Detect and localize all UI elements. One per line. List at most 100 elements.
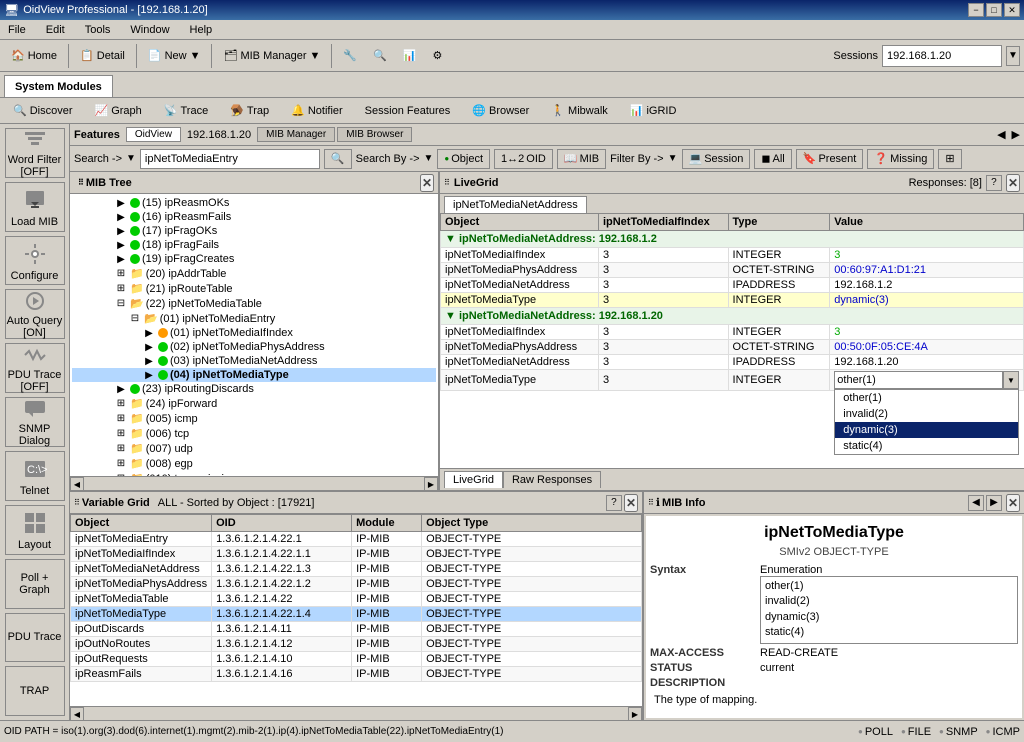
mib-manager-tab[interactable]: MIB Manager	[257, 127, 335, 142]
toolbar-btn1[interactable]: 🔧	[336, 43, 364, 69]
toolbar-btn3[interactable]: 📊	[396, 43, 424, 69]
tree-item[interactable]: ▶ (01) ipNetToMediaIfIndex	[72, 326, 436, 340]
all-filter-btn[interactable]: ◼ All	[754, 149, 791, 169]
var-table-row[interactable]: ipOutDiscards 1.3.6.1.2.1.4.11 IP-MIB OB…	[71, 622, 642, 637]
new-button[interactable]: 📄 New ▼	[141, 43, 208, 69]
mib-info-nav-right[interactable]: ▶	[986, 495, 1002, 511]
nav-fwd-btn[interactable]: ▶	[1012, 128, 1020, 141]
dropdown-option-static[interactable]: static(4)	[835, 438, 1018, 454]
search-dropdown-arrow[interactable]: ▼	[126, 153, 136, 164]
home-button[interactable]: 🏠 Home	[4, 43, 64, 69]
nav-trap[interactable]: 🪤 Trap	[221, 101, 278, 120]
livegrid-ip-tab[interactable]: ipNetToMediaNetAddress	[444, 196, 587, 213]
tree-item-selected[interactable]: ▶ (04) ipNetToMediaType	[72, 368, 436, 382]
var-table-row-selected[interactable]: ipNetToMediaType 1.3.6.1.2.1.4.22.1.4 IP…	[71, 607, 642, 622]
tree-item[interactable]: ▶ (02) ipNetToMediaPhysAddress	[72, 340, 436, 354]
menu-file[interactable]: File	[4, 22, 30, 38]
sessions-input[interactable]	[882, 45, 1002, 67]
sidebar-auto-query[interactable]: Auto Query[ON]	[5, 289, 65, 339]
tree-item[interactable]: ▶ (19) ipFragCreates	[72, 252, 436, 266]
tree-item[interactable]: ▶ (17) ipFragOKs	[72, 224, 436, 238]
nav-trace[interactable]: 📡 Trace	[155, 101, 217, 120]
sidebar-telnet[interactable]: C:\> Telnet	[5, 451, 65, 501]
grid-view-btn[interactable]: ⊞	[938, 149, 961, 169]
var-grid-close-button[interactable]: ✕	[624, 494, 638, 512]
scroll-right-btn[interactable]: ▶	[424, 477, 438, 490]
mib-info-nav-left[interactable]: ◀	[968, 495, 984, 511]
var-scroll-right-btn[interactable]: ▶	[628, 707, 642, 720]
tree-item[interactable]: ▶ (03) ipNetToMediaNetAddress	[72, 354, 436, 368]
menu-edit[interactable]: Edit	[42, 22, 69, 38]
sidebar-layout[interactable]: Layout	[5, 505, 65, 555]
minimize-button[interactable]: −	[968, 3, 984, 17]
sidebar-configure[interactable]: Configure	[5, 236, 65, 286]
object-filter-btn[interactable]: ● Object	[437, 149, 490, 169]
sidebar-snmp-dialog[interactable]: SNMP Dialog	[5, 397, 65, 447]
var-table-row[interactable]: ipOutNoRoutes 1.3.6.1.2.1.4.12 IP-MIB OB…	[71, 637, 642, 652]
raw-responses-tab[interactable]: Raw Responses	[503, 471, 601, 488]
dropdown-option-other[interactable]: other(1)	[835, 390, 1018, 406]
menu-tools[interactable]: Tools	[81, 22, 115, 38]
tree-hscroll[interactable]: ◀ ▶	[70, 476, 438, 490]
detail-button[interactable]: 📋 Detail	[73, 43, 132, 69]
sidebar-trap[interactable]: TRAP	[5, 666, 65, 716]
toolbar-btn2[interactable]: 🔍	[366, 43, 394, 69]
livegrid-close-button[interactable]: ✕	[1006, 174, 1020, 192]
sidebar-load-mib[interactable]: Load MIB	[5, 182, 65, 232]
var-table-row[interactable]: ipReasmFails 1.3.6.1.2.1.4.16 IP-MIB OBJ…	[71, 667, 642, 682]
sidebar-poll-graph[interactable]: Poll + Graph	[5, 559, 65, 609]
sessions-dropdown-btn[interactable]: ▼	[1006, 46, 1020, 66]
tree-item[interactable]: ⊞ 📁 (007) udp	[72, 441, 436, 456]
dropdown-arrow-btn[interactable]: ▼	[1003, 371, 1019, 389]
dropdown-option-dynamic[interactable]: dynamic(3)	[835, 422, 1018, 438]
dropdown-option-invalid[interactable]: invalid(2)	[835, 406, 1018, 422]
oid-filter-btn[interactable]: 1↔2 OID	[494, 149, 553, 169]
tree-item[interactable]: ⊞ 📁 (005) icmp	[72, 411, 436, 426]
tab-system-modules[interactable]: System Modules	[4, 75, 113, 97]
nav-back-btn[interactable]: ◀	[997, 128, 1005, 141]
nav-graph[interactable]: 📈 Graph	[86, 101, 151, 120]
tree-item[interactable]: ▶ (23) ipRoutingDiscards	[72, 382, 436, 396]
sidebar-pdu-trace2[interactable]: PDU Trace	[5, 613, 65, 663]
var-table-row[interactable]: ipNetToMediaPhysAddress 1.3.6.1.2.1.4.22…	[71, 577, 642, 592]
tree-item[interactable]: ⊟ 📂 (01) ipNetToMediaEntry	[72, 311, 436, 326]
nav-notifier[interactable]: 🔔 Notifier	[282, 101, 352, 120]
missing-filter-btn[interactable]: ❓ Missing	[867, 149, 934, 169]
dropdown-input[interactable]	[834, 371, 1003, 389]
menu-window[interactable]: Window	[126, 22, 173, 38]
nav-session-features[interactable]: Session Features	[356, 102, 460, 120]
mib-manager-button[interactable]: 🗂 MIB Manager ▼	[216, 43, 327, 69]
search-button[interactable]: 🔍	[324, 149, 352, 169]
mib-tree-close-button[interactable]: ✕	[420, 174, 434, 192]
session-filter-btn[interactable]: 💻 Session	[682, 149, 751, 169]
toolbar-btn4[interactable]: ⚙	[425, 43, 449, 69]
var-grid-help-button[interactable]: ?	[606, 495, 622, 511]
tree-item[interactable]: ⊞ 📁 (24) ipForward	[72, 396, 436, 411]
livegrid-tab[interactable]: LiveGrid	[444, 471, 503, 488]
nav-mibwalk[interactable]: 🚶 Mibwalk	[542, 101, 616, 120]
tree-item[interactable]: ⊞ 📁 (20) ipAddrTable	[72, 266, 436, 281]
sidebar-word-filter[interactable]: Word Filter[OFF]	[5, 128, 65, 178]
var-table-row[interactable]: ipNetToMediaTable 1.3.6.1.2.1.4.22 IP-MI…	[71, 592, 642, 607]
mib-filter-btn[interactable]: 📖 MIB	[557, 149, 606, 169]
sidebar-pdu-trace[interactable]: PDU Trace[OFF]	[5, 343, 65, 393]
tree-item[interactable]: ▶ (16) ipReasmFails	[72, 210, 436, 224]
search-by-dropdown-arrow[interactable]: ▼	[424, 153, 434, 164]
mib-info-close-button[interactable]: ✕	[1006, 494, 1020, 512]
tree-item[interactable]: ▶ (15) ipReasmOKs	[72, 196, 436, 210]
search-input[interactable]	[140, 149, 320, 169]
var-table-row[interactable]: ipNetToMediaNetAddress 1.3.6.1.2.1.4.22.…	[71, 562, 642, 577]
scroll-left-btn[interactable]: ◀	[70, 477, 84, 490]
var-table-row[interactable]: ipNetToMediaIfIndex 1.3.6.1.2.1.4.22.1.1…	[71, 547, 642, 562]
tree-item[interactable]: ⊞ 📁 (006) tcp	[72, 426, 436, 441]
var-grid-hscroll[interactable]: ◀ ▶	[70, 706, 642, 720]
var-scroll-left-btn[interactable]: ◀	[70, 707, 84, 720]
nav-browser[interactable]: 🌐 Browser	[463, 101, 538, 120]
tree-item[interactable]: ⊞ 📁 (21) ipRouteTable	[72, 281, 436, 296]
present-filter-btn[interactable]: 🔖 Present	[796, 149, 864, 169]
tree-item[interactable]: ⊞ 📁 (008) egp	[72, 456, 436, 471]
livegrid-help-button[interactable]: ?	[986, 175, 1002, 191]
mib-browser-tab[interactable]: MIB Browser	[337, 127, 412, 142]
tree-item[interactable]: ▶ (18) ipFragFails	[72, 238, 436, 252]
var-table-row[interactable]: ipOutRequests 1.3.6.1.2.1.4.10 IP-MIB OB…	[71, 652, 642, 667]
